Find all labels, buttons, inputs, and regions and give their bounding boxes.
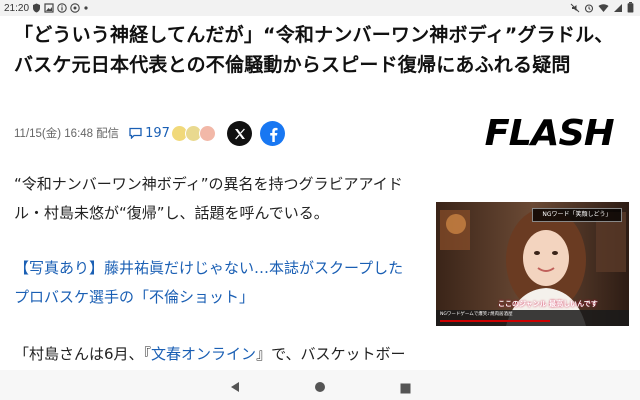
mute-icon: [570, 3, 580, 16]
alarm-icon: [584, 3, 594, 16]
image-icon: [44, 3, 54, 13]
related-photo-link[interactable]: 【写真あり】藤井祐眞だけじゃない…本誌がスクープしたプロバスケ選手の「不倫ショッ…: [14, 254, 414, 312]
video-title: NGワードゲームで爆笑♪焼肉居酒屋: [440, 312, 513, 317]
status-time: 21:20: [4, 2, 30, 14]
p3-text-before: 「村島さんは6月、『: [14, 345, 152, 363]
p3-text-after: 』で、バスケットボー: [256, 345, 406, 363]
article-photo[interactable]: NGワード「笑顔しどう」 ここのジャンル 最高しいんです NGワードゲームで爆笑…: [436, 202, 629, 326]
facebook-logo-icon: [269, 127, 277, 142]
home-icon[interactable]: [314, 378, 326, 397]
comment-icon: [129, 127, 142, 139]
share-facebook-button[interactable]: [260, 121, 285, 146]
recents-icon[interactable]: [400, 379, 411, 398]
dot-icon: [83, 5, 89, 11]
bunshun-online-link[interactable]: 文春オンライン: [151, 345, 256, 363]
distribution-label: 配信: [96, 126, 120, 140]
comment-count: 197: [145, 125, 170, 141]
battery-icon: [627, 2, 634, 16]
system-nav-bar: [0, 370, 640, 400]
shield-icon: [32, 3, 41, 13]
x-logo-icon: [234, 128, 245, 139]
signal-icon: [613, 3, 623, 16]
article-meta: 11/15(金) 16:48 配信 197: [14, 121, 216, 145]
publish-date: 11/15(金) 16:48: [14, 128, 94, 140]
share-x-button[interactable]: [227, 121, 252, 146]
status-bar: 21:20: [0, 0, 640, 16]
info-icon: [57, 3, 67, 13]
wifi-icon: [598, 3, 609, 16]
chat-icon: [70, 3, 80, 13]
article-paragraph-1: “令和ナンバーワン神ボディ”の異名を持つグラビアアイドル・村島未悠が“復帰”し、…: [14, 175, 403, 222]
publisher-logo[interactable]: FLASH: [485, 113, 626, 155]
reaction-sad-icon: [198, 124, 216, 142]
reaction-icons[interactable]: [170, 124, 216, 142]
video-subtitle: ここのジャンル 最高しいんです: [498, 300, 598, 308]
ng-word-caption: NGワード「笑顔しどう」: [532, 208, 622, 222]
back-icon[interactable]: [229, 378, 241, 397]
comments-button[interactable]: 197: [129, 126, 170, 141]
article-paragraph-3: 「村島さんは6月、『文春オンライン』で、バスケットボー: [14, 340, 414, 369]
article-headline: 「どういう神経してんだが」“令和ナンバーワン神ボディ”グラドル、バスケ元日本代表…: [14, 24, 614, 76]
